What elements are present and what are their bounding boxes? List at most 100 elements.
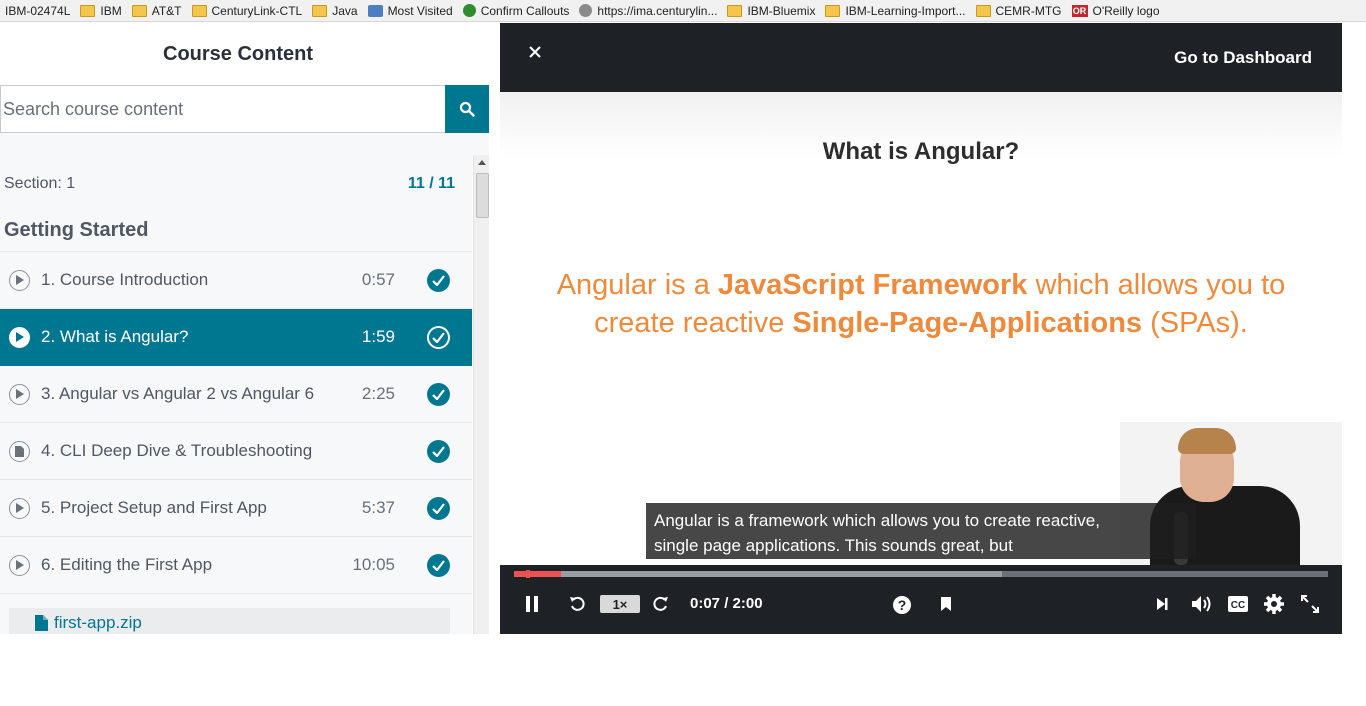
rewind-button[interactable]	[568, 594, 588, 614]
right-gutter	[1342, 23, 1366, 634]
fullscreen-button[interactable]	[1298, 593, 1322, 615]
bookmark-item[interactable]: OR O'Reilly logo	[1067, 0, 1165, 21]
scroll-thumb[interactable]	[476, 173, 489, 218]
scroll-up-arrow-icon[interactable]	[476, 155, 488, 169]
forward-icon	[653, 596, 668, 611]
bookmark-label: O'Reilly logo	[1092, 3, 1160, 18]
caption-line: Angular is a framework which allows you …	[654, 511, 1100, 530]
play-icon	[9, 269, 30, 291]
caption-line: single page applications. This sounds gr…	[654, 536, 1013, 555]
go-to-dashboard-link[interactable]: Go to Dashboard	[1174, 48, 1312, 68]
player-header: Go to Dashboard	[500, 23, 1342, 92]
slide-title: What is Angular?	[822, 138, 1020, 165]
completed-checkmark-icon[interactable]	[427, 439, 450, 463]
resource-download-link[interactable]: first-app.zip	[9, 608, 450, 634]
folder-icon	[312, 4, 328, 17]
lecture-duration: 2:25	[361, 384, 395, 403]
help-button[interactable]: ?	[891, 594, 913, 616]
svg-text:?: ?	[898, 597, 907, 613]
pause-button[interactable]	[522, 594, 542, 614]
lecture-title: 2. What is Angular?	[41, 327, 189, 346]
playback-speed-button[interactable]: 1×	[600, 595, 640, 613]
completed-checkmark-icon[interactable]	[427, 496, 450, 520]
close-icon	[529, 46, 541, 58]
sidebar-scrollbar[interactable]	[473, 155, 489, 634]
bookmark-label: IBM	[100, 3, 122, 18]
folder-icon	[80, 4, 96, 17]
globe-icon	[579, 4, 593, 17]
lecture-title: 4. CLI Deep Dive & Troubleshooting	[41, 441, 313, 460]
play-icon	[9, 497, 30, 519]
course-search	[0, 85, 489, 133]
bookmark-item[interactable]: https://ima.centurylin...	[574, 0, 722, 21]
lecture-duration: 5:37	[361, 498, 395, 517]
bookmark-label: CEMR-MTG	[995, 3, 1062, 18]
video-player: Go to Dashboard What is Angular? Angular…	[500, 23, 1342, 634]
bookmark-item[interactable]: IBM	[75, 0, 126, 21]
bookmark-icon	[941, 597, 951, 611]
play-icon	[9, 383, 30, 405]
forward-button[interactable]	[650, 594, 670, 614]
video-frame[interactable]: What is Angular? Angular is a JavaScript…	[500, 92, 1342, 565]
sidebar-spacer	[0, 133, 489, 155]
file-icon	[35, 615, 48, 631]
lecture-item[interactable]: 4. CLI Deep Dive & Troubleshooting	[0, 423, 472, 480]
completed-checkmark-icon[interactable]	[427, 325, 450, 349]
bookmark-item[interactable]: IBM-Learning-Import...	[820, 0, 970, 21]
slide-body: Angular is a JavaScript Framework which …	[556, 269, 1286, 339]
svg-text:CC: CC	[1231, 600, 1245, 611]
completed-checkmark-icon[interactable]	[427, 553, 450, 577]
bookmark-label: Confirm Callouts	[480, 3, 570, 18]
section-title: Getting Started	[4, 219, 149, 241]
lecture-item[interactable]: 6. Editing the First App 10:05	[0, 537, 472, 594]
lecture-item[interactable]: 3. Angular vs Angular 2 vs Angular 6 2:25	[0, 366, 472, 423]
play-icon	[9, 326, 30, 348]
completed-checkmark-icon[interactable]	[427, 268, 450, 292]
lecture-item[interactable]: 2. What is Angular? 1:59	[0, 309, 472, 366]
folder-icon	[825, 4, 841, 17]
progress-handle[interactable]	[525, 570, 530, 578]
folder-icon	[727, 4, 743, 17]
closed-caption: Angular is a framework which allows you …	[646, 503, 1196, 559]
bookmarks-bar: IBM-02474L IBM AT&T CenturyLink-CTL Java Most…	[0, 0, 1366, 22]
section-header[interactable]: Section: 1 11 / 11 Getting Started	[0, 155, 472, 252]
lecture-duration: 10:05	[352, 555, 395, 574]
volume-button[interactable]	[1190, 593, 1214, 615]
bookmark-label: Most Visited	[387, 3, 453, 18]
completed-checkmark-icon[interactable]	[427, 382, 450, 406]
bookmark-item[interactable]: CenturyLink-CTL	[187, 0, 308, 21]
player-controls: 1× 0:07 / 2:00 ? CC	[500, 565, 1342, 634]
bookmark-label: IBM-02474L	[5, 3, 71, 18]
progress-fill	[514, 571, 562, 577]
search-input[interactable]	[0, 85, 445, 133]
bookmark-item[interactable]: CEMR-MTG	[971, 0, 1067, 21]
bookmark-item[interactable]: IBM-Bluemix	[722, 0, 820, 21]
search-icon	[459, 101, 475, 117]
bookmark-label: Java	[332, 3, 358, 18]
lecture-title: 5. Project Setup and First App	[41, 498, 267, 517]
lecture-duration: 0:57	[361, 270, 395, 289]
close-sidebar-button[interactable]	[524, 41, 546, 63]
bookmark-item[interactable]: Java	[307, 0, 362, 21]
play-icon	[9, 554, 30, 576]
bookmark-label: AT&T	[151, 3, 182, 18]
bookmark-item[interactable]: Confirm Callouts	[458, 0, 575, 21]
bookmark-button[interactable]	[936, 594, 956, 614]
help-icon: ?	[893, 596, 911, 614]
expand-icon	[1301, 595, 1319, 613]
closed-captions-icon: CC	[1228, 596, 1248, 612]
bookmark-item[interactable]: Most Visited	[363, 0, 458, 21]
bookmark-item[interactable]: IBM-02474L	[0, 0, 75, 21]
oreilly-icon: OR	[1071, 4, 1088, 17]
progress-bar[interactable]	[514, 570, 1328, 578]
lecture-item[interactable]: 5. Project Setup and First App 5:37	[0, 480, 472, 537]
time-display: 0:07 / 2:00	[690, 595, 763, 612]
lecture-item[interactable]: 1. Course Introduction 0:57	[0, 252, 472, 309]
section-progress-count: 11 / 11	[407, 175, 455, 192]
captions-button[interactable]: CC	[1226, 593, 1250, 615]
lecture-title: 6. Editing the First App	[41, 555, 213, 574]
next-lecture-button[interactable]	[1152, 594, 1172, 614]
settings-button[interactable]	[1262, 593, 1286, 615]
search-button[interactable]	[445, 85, 489, 133]
bookmark-item[interactable]: AT&T	[127, 0, 187, 21]
